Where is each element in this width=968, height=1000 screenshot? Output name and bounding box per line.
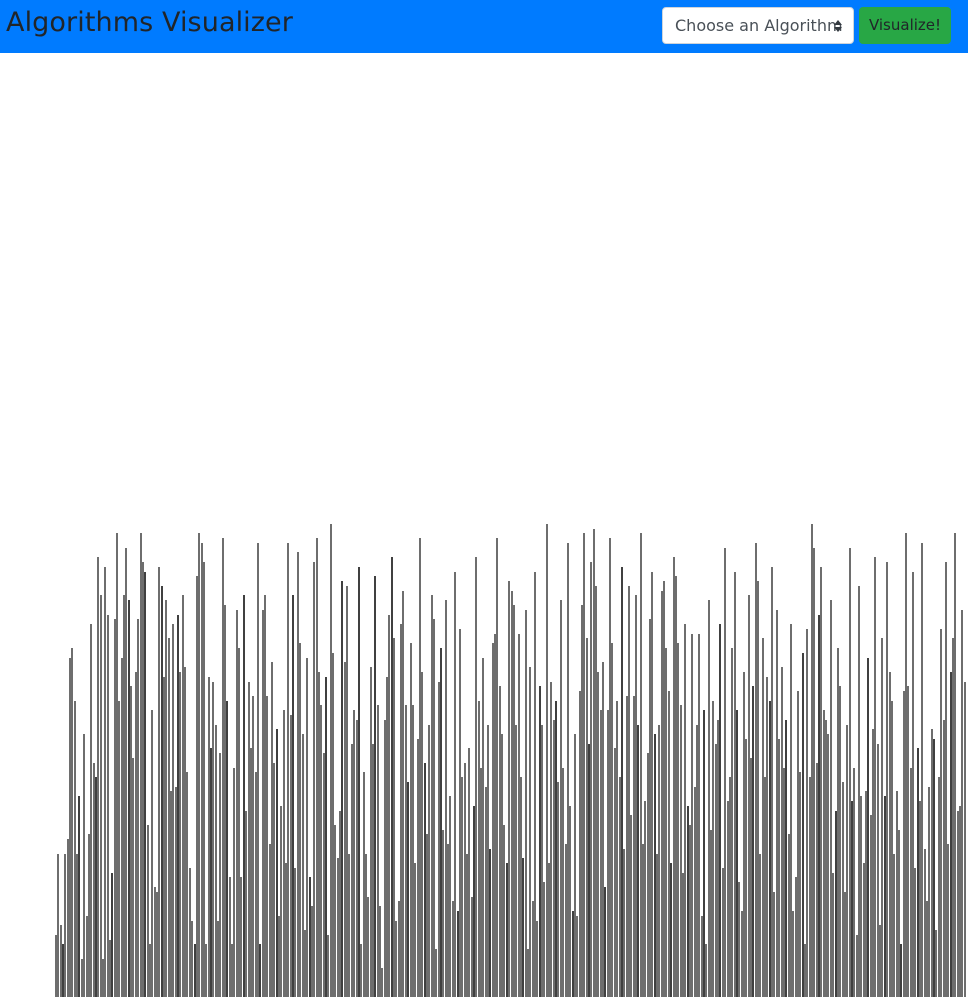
algorithm-select[interactable]: Choose an Algorithm — [662, 7, 854, 44]
visualize-button[interactable]: Visualize! — [859, 7, 951, 44]
array-bar — [963, 682, 966, 997]
algorithm-select-value: Choose an Algorithm — [675, 16, 843, 35]
array-bar — [433, 619, 436, 997]
array-bars-container — [0, 53, 968, 997]
array-bar — [256, 543, 259, 997]
navbar: Algorithms Visualizer Choose an Algorith… — [0, 0, 968, 53]
brand-title[interactable]: Algorithms Visualizer — [6, 6, 293, 40]
array-bar — [524, 610, 527, 997]
sort-caret-icon — [834, 20, 842, 32]
array-bar — [357, 567, 360, 997]
array-bar — [99, 595, 102, 997]
array-bar — [202, 562, 205, 997]
